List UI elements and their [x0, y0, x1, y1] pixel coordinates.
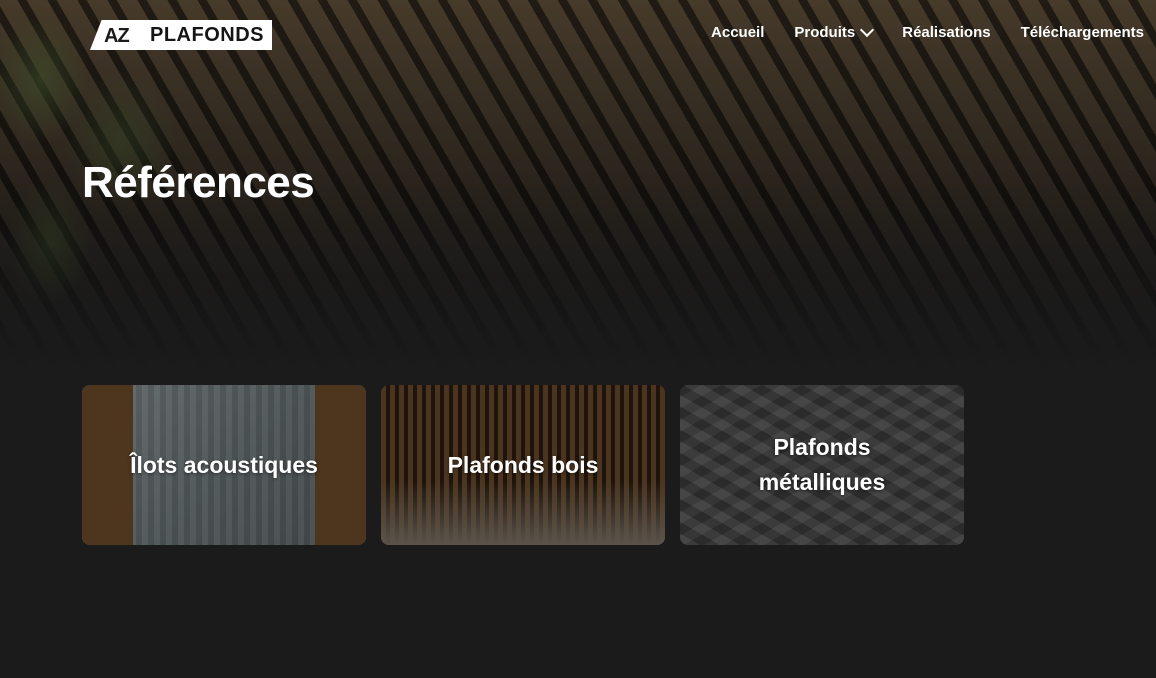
site-logo[interactable]: AZ PLAFONDS: [90, 20, 272, 50]
card-label: Plafonds bois: [447, 451, 599, 478]
nav-item-telechargements[interactable]: Téléchargements: [1021, 24, 1144, 41]
card-label: Îlots acoustiques: [130, 451, 318, 478]
site-header: AZ PLAFONDS Accueil Produits Réalisation…: [0, 0, 1156, 70]
nav-item-produits[interactable]: Produits: [794, 22, 875, 41]
logo-text: PLAFONDS: [144, 20, 272, 50]
card-plafonds-bois[interactable]: Plafonds bois: [381, 385, 665, 545]
main-nav: Accueil Produits Réalisations Télécharge…: [711, 22, 1144, 41]
chevron-down-icon: [860, 22, 875, 38]
card-label: Plafonds métalliques: [758, 434, 886, 495]
card-ilots-acoustiques[interactable]: Îlots acoustiques: [82, 385, 366, 545]
category-cards: Îlots acoustiques Plafonds bois Plafonds…: [82, 385, 964, 545]
nav-item-realisations[interactable]: Réalisations: [902, 24, 990, 41]
nav-item-accueil[interactable]: Accueil: [711, 24, 764, 41]
logo-mark-icon: AZ: [90, 20, 148, 50]
nav-item-produits-label: Produits: [794, 24, 856, 41]
card-plafonds-metalliques[interactable]: Plafonds métalliques: [680, 385, 964, 545]
page-title: Références: [82, 158, 315, 207]
